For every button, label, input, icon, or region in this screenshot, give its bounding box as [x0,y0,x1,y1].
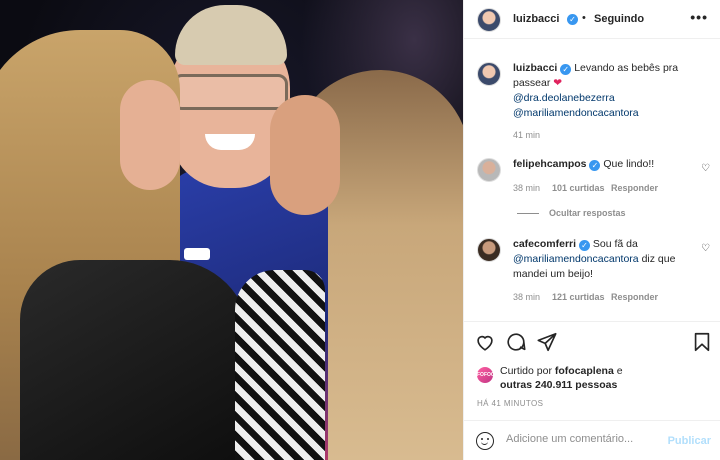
photo-bracelet [184,248,210,260]
separator-dot: • [582,12,586,24]
liked-by-user[interactable]: fofocaplena [555,365,614,377]
comment-reply-button[interactable]: Responder [611,183,658,193]
liked-by-prefix: Curtido por [500,365,552,377]
post-actions [464,321,720,365]
comment-text: felipehcampos ✓ Que lindo!! [513,157,693,172]
share-icon[interactable] [536,331,558,353]
verified-icon: ✓ [560,64,572,75]
comment-text: cafecomferri ✓ Sou fã da @mariliamendonc… [513,237,693,282]
photo-cap [175,5,287,65]
caption-username[interactable]: luizbacci [513,62,557,74]
comments-area: luizbacci ✓ Levando as bebês pra passear… [464,40,720,320]
comment-time: 38 min [513,183,541,193]
author-avatar[interactable] [477,8,501,32]
verified-icon: ✓ [589,160,601,171]
caption-time: 41 min [513,130,541,140]
post-header: luizbacci ✓ • Seguindo ••• [464,0,720,39]
comment-reply-button[interactable]: Responder [611,292,658,302]
liked-by-text: Curtido por fofocaplena e outras 240.911… [500,364,710,392]
author-username[interactable]: luizbacci [513,13,559,25]
comment-time: 38 min [513,292,541,302]
post-photo[interactable] [0,0,463,460]
comment-username[interactable]: felipehcampos [513,158,587,170]
more-icon[interactable]: ••• [690,9,708,25]
photo-glasses [172,74,288,110]
comment-icon[interactable] [505,331,527,353]
hide-replies-button[interactable]: Ocultar respostas [549,208,626,218]
post-timestamp[interactable]: HÁ 41 MINUTOS [477,399,543,408]
comment-like-heart-icon[interactable]: ♡ [701,243,710,254]
comment-input[interactable] [506,433,666,445]
save-icon[interactable] [691,331,713,353]
post-side-panel: luizbacci ✓ • Seguindo ••• luizbacci ✓ L… [463,0,720,460]
replies-divider [517,213,539,214]
caption-avatar[interactable] [477,62,501,86]
liked-by-avatar[interactable]: FOFOCA [477,367,498,383]
comment-avatar[interactable] [477,238,501,262]
verified-icon: ✓ [578,240,590,251]
follow-status[interactable]: Seguindo [594,13,644,25]
heart-icon[interactable] [474,331,496,353]
photo-zebra-top [235,270,325,460]
red-heart-emoji: ❤ [553,77,563,89]
comment-avatar[interactable] [477,158,501,182]
verified-icon: ✓ [567,14,578,25]
liked-by-others[interactable]: outras 240.911 pessoas [500,379,617,391]
photo-face-left [120,80,180,190]
photo-jacket [20,260,250,460]
comment-body: Sou fã da [592,238,638,250]
comment-likes[interactable]: 121 curtidas [552,292,605,302]
caption-text: luizbacci ✓ Levando as bebês pra passear… [513,61,708,121]
comment-bar: Publicar [464,420,720,460]
photo-face-right [270,95,340,215]
caption-mention-2[interactable]: @mariliamendoncacantora [513,107,639,119]
publish-button[interactable]: Publicar [668,435,711,447]
emoji-icon[interactable] [476,432,494,450]
liked-by-conj: e [616,365,623,377]
caption-mention-1[interactable]: @dra.deolanebezerra [513,92,615,104]
comment-mention[interactable]: @mariliamendoncacantora [513,253,639,265]
comment-body: Que lindo!! [603,158,655,170]
comment-username[interactable]: cafecomferri [513,238,576,250]
comment-like-heart-icon[interactable]: ♡ [701,163,710,174]
comment-likes[interactable]: 101 curtidas [552,183,605,193]
